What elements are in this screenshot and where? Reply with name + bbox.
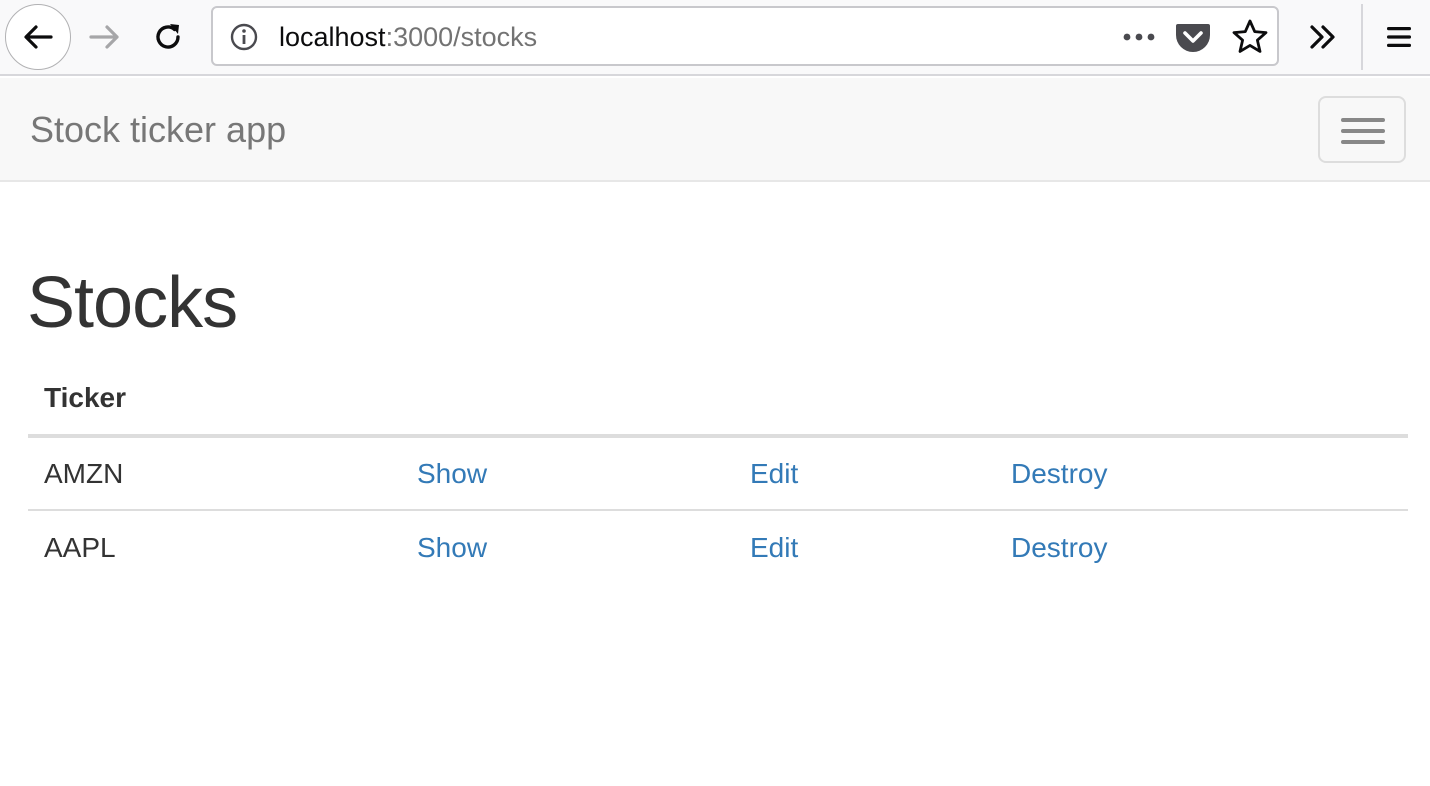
navbar-brand[interactable]: Stock ticker app bbox=[30, 110, 286, 150]
show-link[interactable]: Show bbox=[417, 458, 487, 489]
column-header-edit bbox=[734, 362, 995, 438]
table-header-row: Ticker bbox=[28, 362, 1408, 438]
hamburger-menu-icon bbox=[1387, 27, 1411, 47]
chevron-double-right-icon bbox=[1310, 25, 1335, 49]
ticker-cell: AMZN bbox=[28, 436, 401, 511]
column-header-destroy bbox=[995, 362, 1408, 438]
page-title: Stocks bbox=[27, 263, 238, 343]
destroy-link[interactable]: Destroy bbox=[1011, 532, 1107, 563]
browser-menu-button[interactable] bbox=[1372, 14, 1426, 60]
stocks-table: Ticker AMZN Show Edit Destroy AAPL Show … bbox=[28, 362, 1408, 584]
back-arrow-icon bbox=[24, 25, 53, 49]
forward-button[interactable] bbox=[80, 10, 130, 64]
app-navbar: Stock ticker app bbox=[0, 78, 1430, 182]
destroy-link[interactable]: Destroy bbox=[1011, 458, 1107, 489]
edit-link[interactable]: Edit bbox=[750, 532, 798, 563]
navbar-toggle-button[interactable] bbox=[1318, 96, 1406, 163]
show-cell: Show bbox=[401, 510, 734, 584]
more-horizontal-icon[interactable] bbox=[1119, 24, 1159, 50]
overflow-button[interactable] bbox=[1297, 14, 1349, 60]
pocket-icon[interactable] bbox=[1175, 20, 1211, 54]
edit-cell: Edit bbox=[734, 436, 995, 511]
table-row: AMZN Show Edit Destroy bbox=[28, 436, 1408, 511]
url-text[interactable]: localhost:3000/stocks bbox=[279, 21, 537, 53]
forward-arrow-icon bbox=[89, 25, 119, 49]
show-link[interactable]: Show bbox=[417, 532, 487, 563]
ticker-cell: AAPL bbox=[44, 531, 116, 563]
destroy-cell: Destroy bbox=[995, 436, 1408, 511]
star-icon[interactable] bbox=[1231, 18, 1269, 56]
back-button[interactable] bbox=[5, 4, 71, 70]
show-cell: Show bbox=[401, 436, 734, 511]
toolbar-separator bbox=[1361, 4, 1363, 70]
url-bar[interactable]: localhost:3000/stocks bbox=[211, 6, 1279, 66]
reload-button[interactable] bbox=[143, 10, 193, 64]
column-header-show bbox=[401, 362, 734, 438]
reload-icon bbox=[156, 24, 180, 49]
table-row: AAPL Show Edit Destroy bbox=[28, 510, 1408, 584]
destroy-cell: Destroy bbox=[995, 510, 1408, 584]
column-header-ticker: Ticker bbox=[28, 362, 401, 438]
url-host: localhost bbox=[279, 22, 386, 52]
edit-link[interactable]: Edit bbox=[750, 458, 798, 489]
browser-toolbar: localhost:3000/stocks bbox=[0, 0, 1430, 76]
url-path: :3000/stocks bbox=[385, 22, 538, 52]
info-icon[interactable] bbox=[229, 22, 259, 52]
edit-cell: Edit bbox=[734, 510, 995, 584]
